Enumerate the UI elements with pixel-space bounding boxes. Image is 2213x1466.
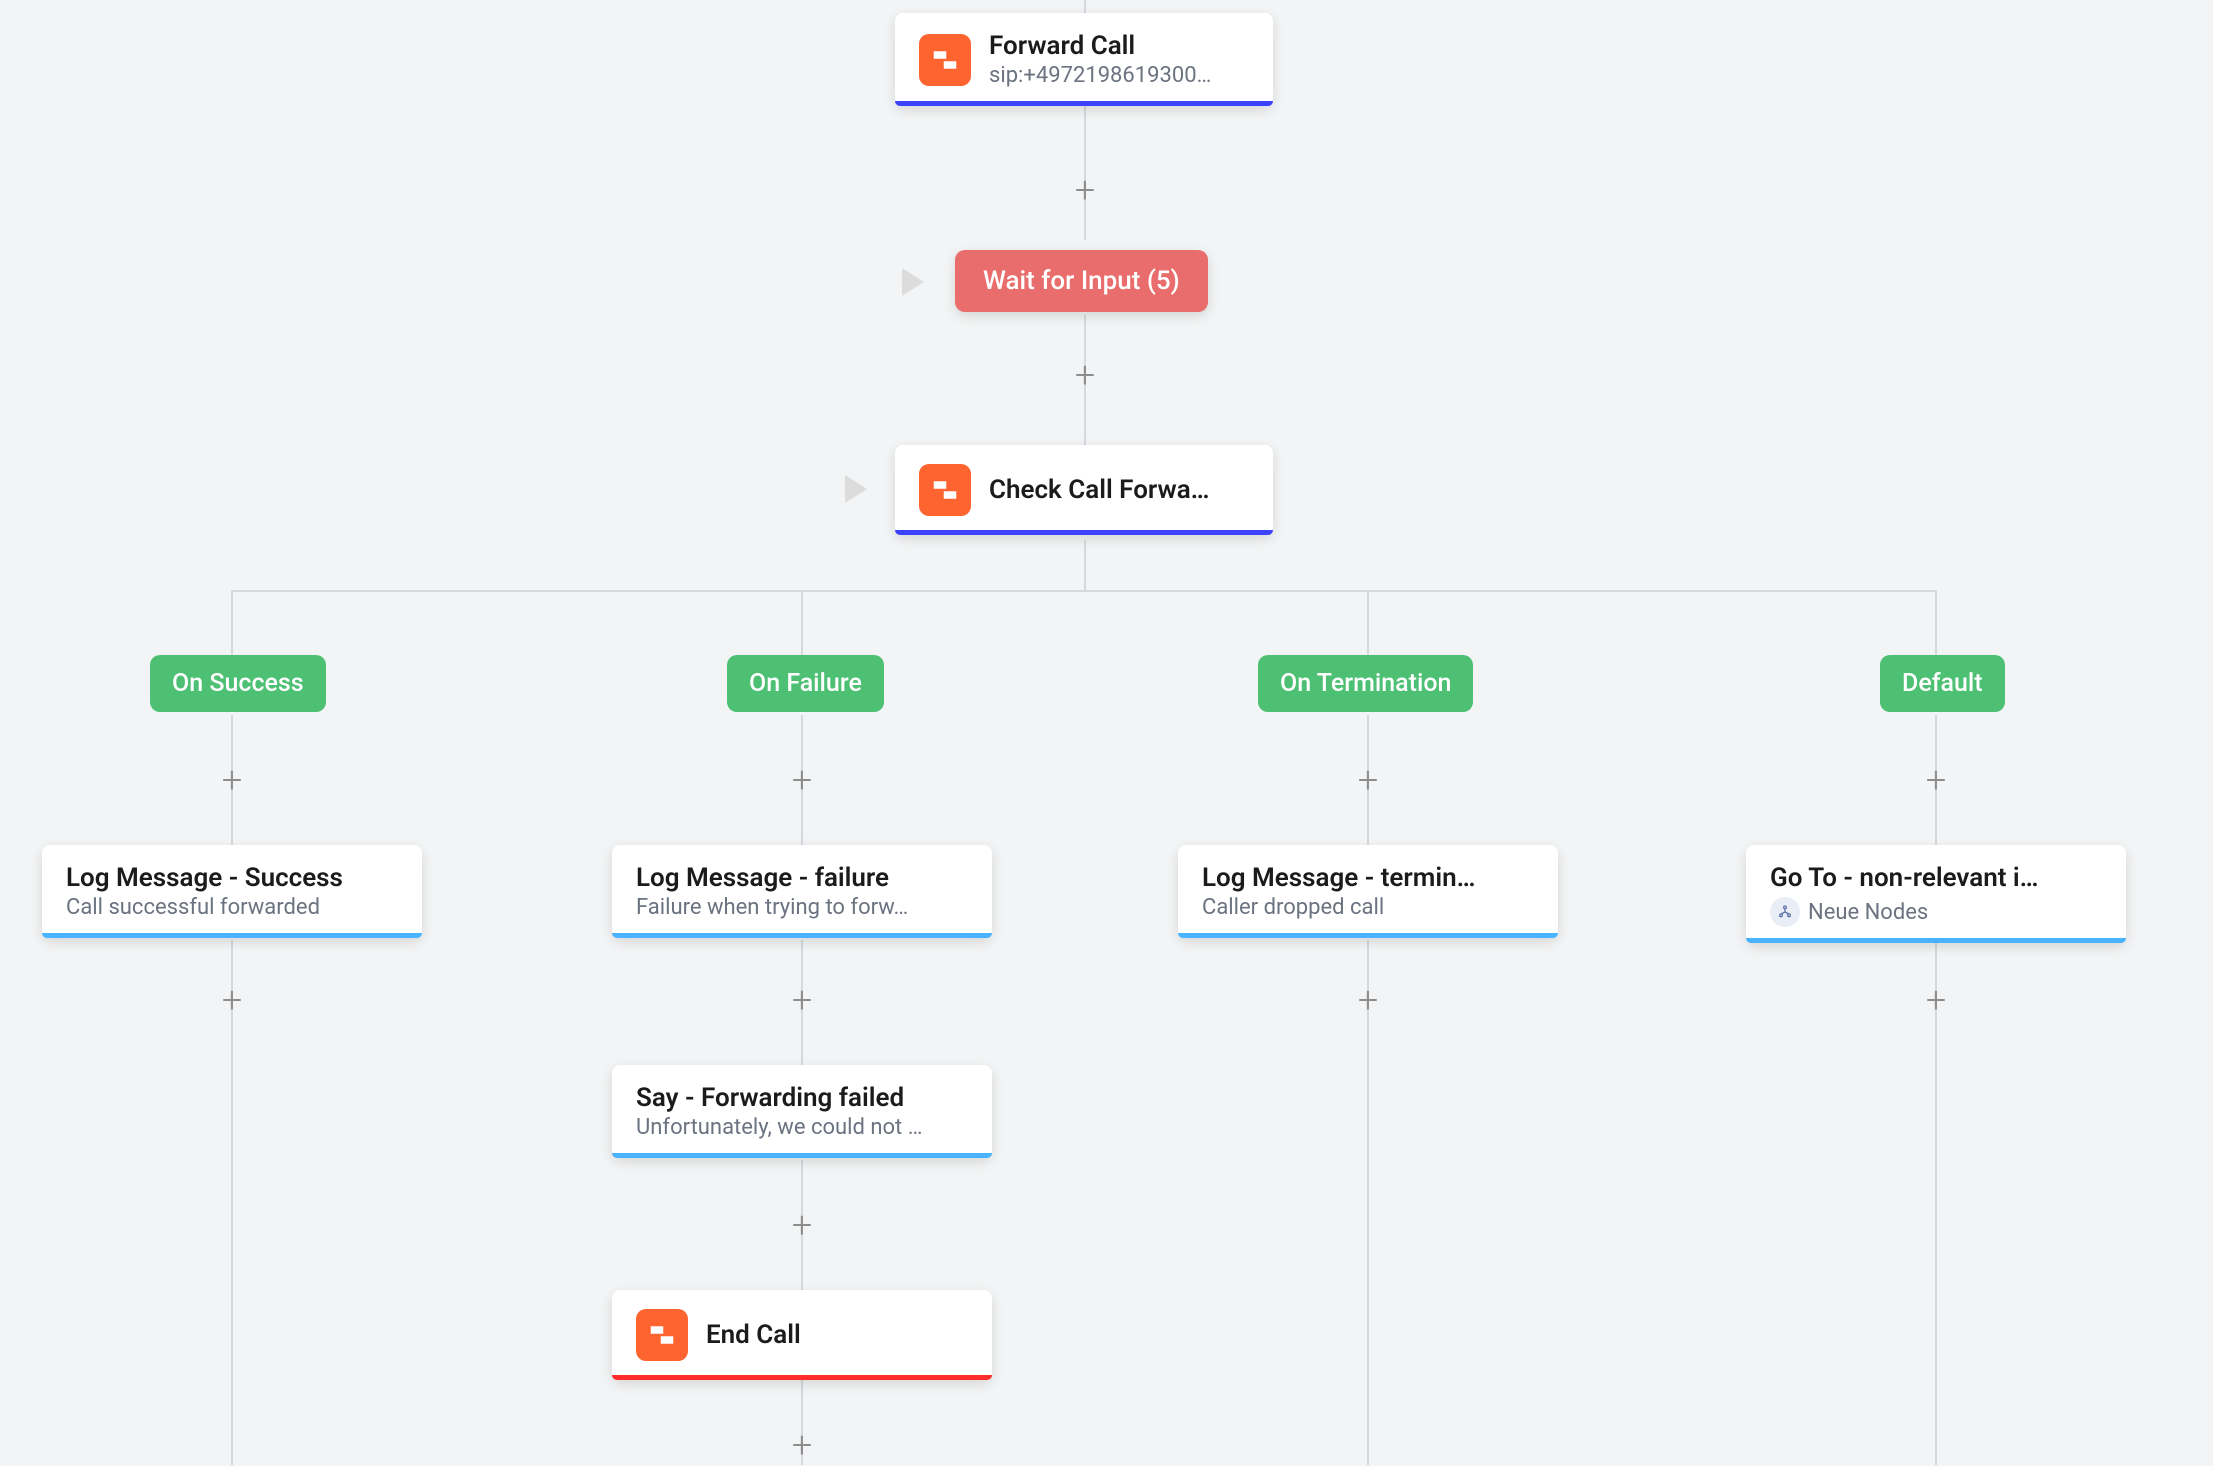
node-title: Log Message - Success	[66, 863, 398, 893]
node-accent	[612, 933, 992, 938]
node-wait-for-input[interactable]: Wait for Input (5)	[955, 250, 1208, 312]
node-title: Check Call Forwa…	[989, 475, 1209, 505]
connector	[1084, 0, 1086, 13]
node-accent	[1746, 938, 2126, 943]
node-title: Log Message - termin…	[1202, 863, 1534, 893]
node-subtitle: sip:+4972198619300…	[989, 63, 1211, 88]
add-node-button[interactable]: +	[1075, 172, 1095, 208]
node-accent	[1178, 933, 1558, 938]
branch-tag-on-failure[interactable]: On Failure	[727, 655, 884, 712]
node-forward-call[interactable]: Forward Call sip:+4972198619300…	[895, 13, 1273, 106]
play-icon[interactable]	[845, 475, 867, 503]
node-subtitle: Call successful forwarded	[66, 895, 398, 920]
node-accent	[895, 101, 1273, 106]
node-subtitle: Unfortunately, we could not …	[636, 1115, 968, 1140]
node-title: Forward Call	[989, 31, 1211, 61]
node-end-call[interactable]: End Call	[612, 1290, 992, 1380]
node-accent	[42, 933, 422, 938]
add-node-button[interactable]: +	[222, 982, 242, 1018]
extension-icon	[919, 464, 971, 516]
node-subtitle: Failure when trying to forw…	[636, 895, 968, 920]
branch-tag-default[interactable]: Default	[1880, 655, 2005, 712]
add-node-button[interactable]: +	[1075, 357, 1095, 393]
add-node-button[interactable]: +	[1926, 982, 1946, 1018]
node-subtitle: Caller dropped call	[1202, 895, 1534, 920]
flow-canvas[interactable]: Forward Call sip:+4972198619300… + Wait …	[0, 0, 2213, 1465]
node-go-to[interactable]: Go To - non-relevant i… Neue Nodes	[1746, 845, 2126, 943]
node-say-forwarding-failed[interactable]: Say - Forwarding failed Unfortunately, w…	[612, 1065, 992, 1158]
connector	[1084, 540, 1086, 590]
node-title: Wait for Input (5)	[983, 266, 1180, 296]
node-title: Log Message - failure	[636, 863, 968, 893]
node-accent	[895, 530, 1273, 535]
play-icon[interactable]	[902, 268, 924, 296]
node-log-message-termination[interactable]: Log Message - termin… Caller dropped cal…	[1178, 845, 1558, 938]
add-node-button[interactable]: +	[222, 762, 242, 798]
node-log-message-success[interactable]: Log Message - Success Call successful fo…	[42, 845, 422, 938]
add-node-button[interactable]: +	[792, 1427, 812, 1463]
connector	[231, 590, 233, 655]
extension-icon	[919, 34, 971, 86]
node-title: Go To - non-relevant i…	[1770, 863, 2102, 893]
node-subtitle: Neue Nodes	[1808, 900, 1928, 925]
connector	[1935, 590, 1937, 655]
node-accent	[612, 1153, 992, 1158]
node-accent	[612, 1375, 992, 1380]
connector	[801, 590, 803, 655]
branch-tag-on-termination[interactable]: On Termination	[1258, 655, 1473, 712]
node-title: Say - Forwarding failed	[636, 1083, 968, 1113]
add-node-button[interactable]: +	[1358, 762, 1378, 798]
add-node-button[interactable]: +	[1358, 982, 1378, 1018]
add-node-button[interactable]: +	[1926, 762, 1946, 798]
node-log-message-failure[interactable]: Log Message - failure Failure when tryin…	[612, 845, 992, 938]
add-node-button[interactable]: +	[792, 762, 812, 798]
add-node-button[interactable]: +	[792, 1207, 812, 1243]
connector	[232, 590, 1936, 592]
node-title: End Call	[706, 1320, 801, 1350]
branch-tag-on-success[interactable]: On Success	[150, 655, 326, 712]
connector	[1367, 590, 1369, 655]
node-check-call-forwarding[interactable]: Check Call Forwa…	[895, 445, 1273, 535]
add-node-button[interactable]: +	[792, 982, 812, 1018]
goto-icon	[1770, 897, 1800, 927]
extension-icon	[636, 1309, 688, 1361]
